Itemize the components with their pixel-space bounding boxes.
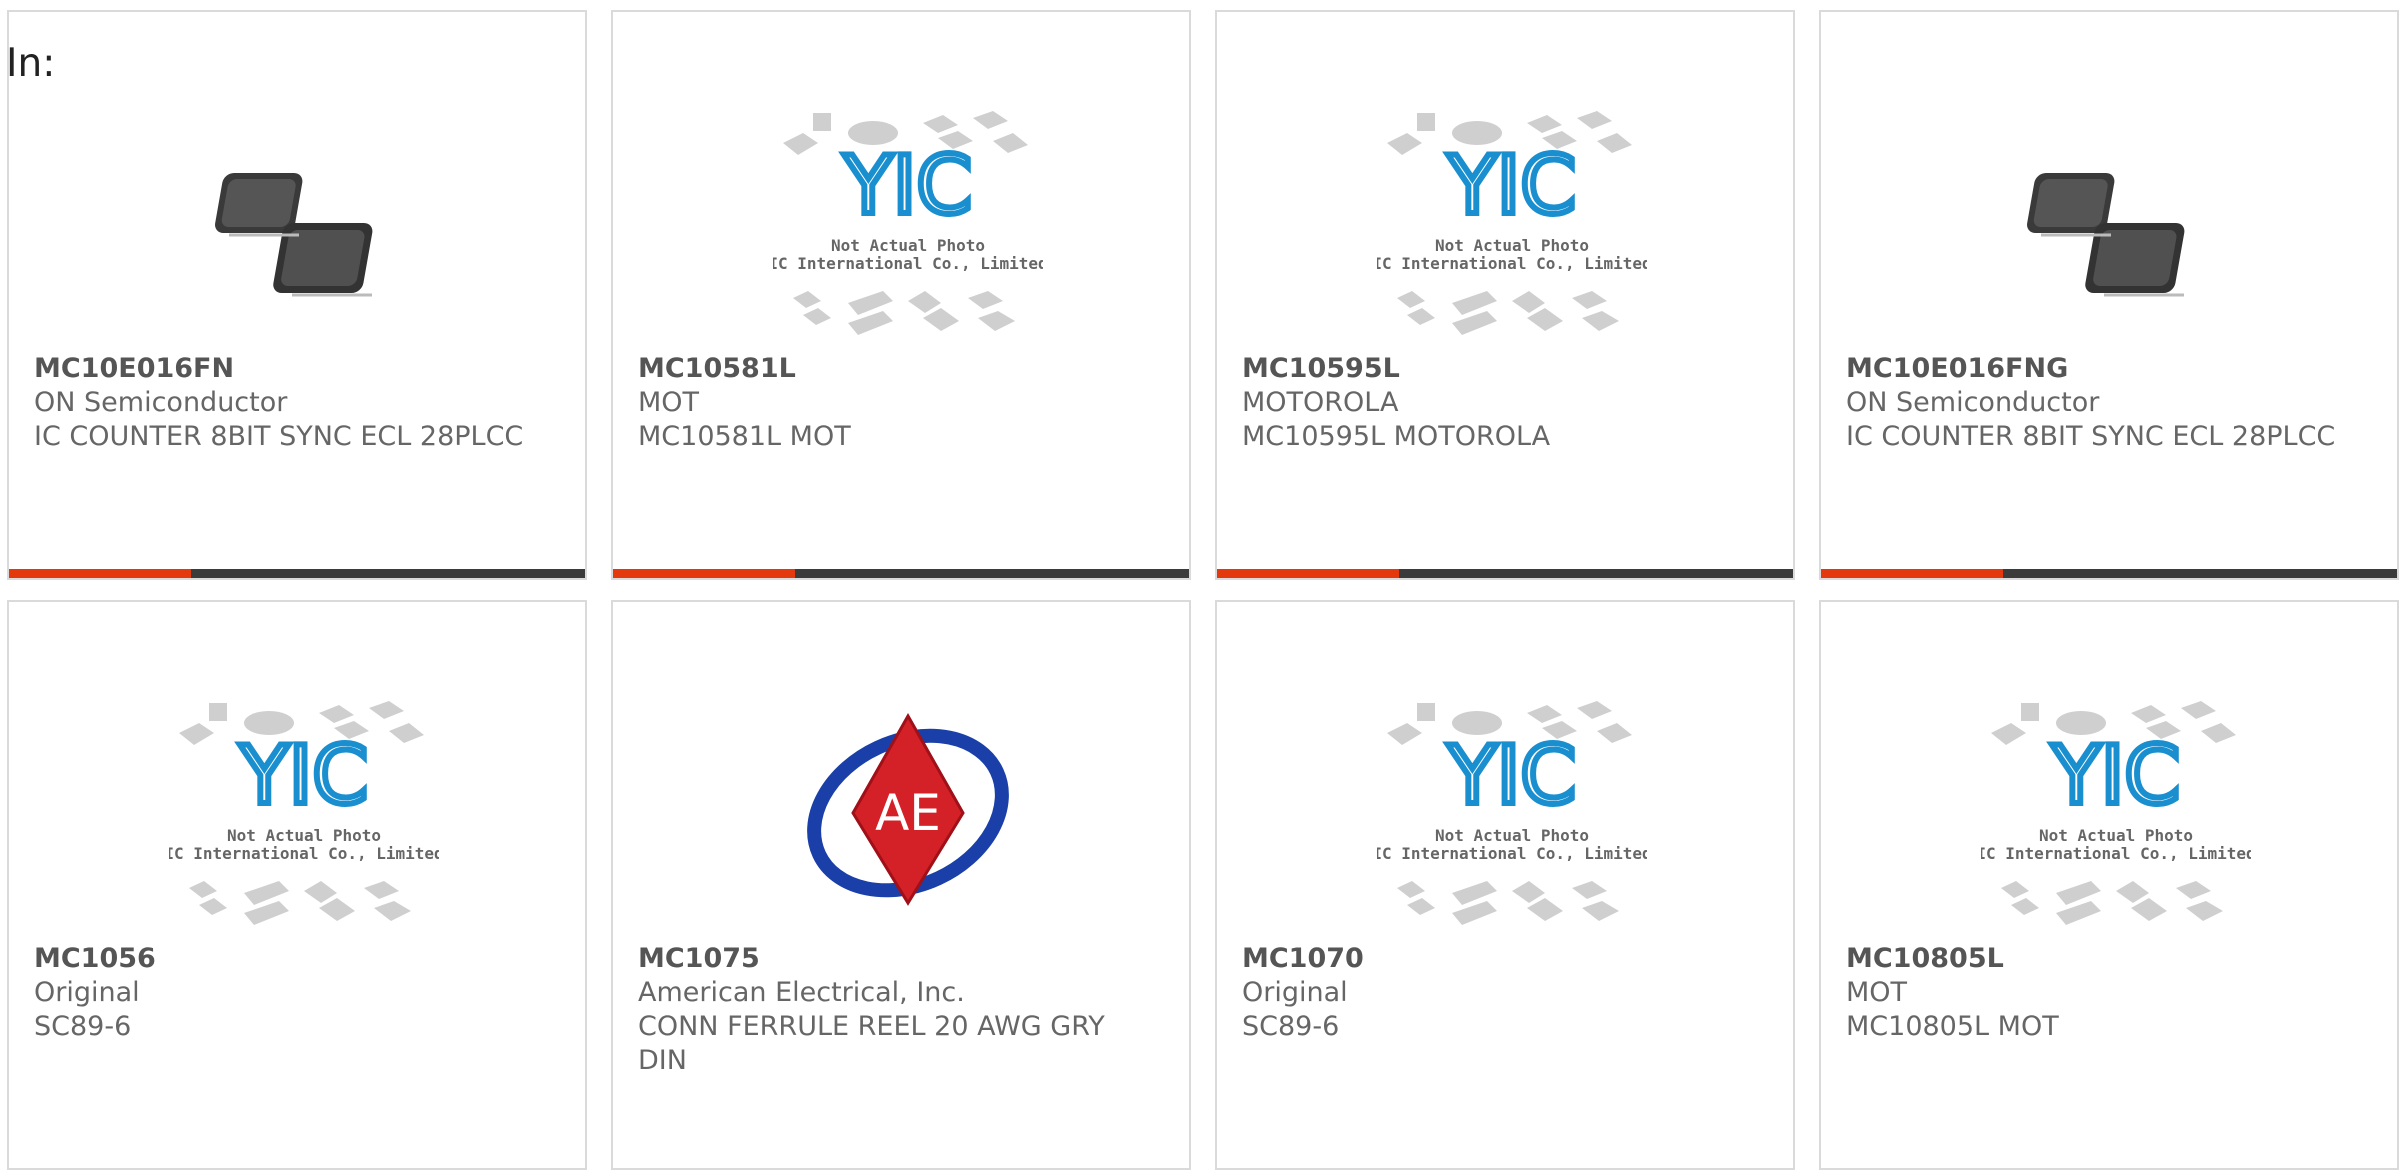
card-accent-bar [9,569,585,578]
yic-placeholder-icon: YIC Not Actual Photo YIC International C… [1377,701,1647,925]
part-number[interactable]: MC1070 [1242,942,1762,976]
product-image[interactable]: AE [773,688,1043,938]
product-info: MC1075 American Electrical, Inc. CONN FE… [638,942,1158,1078]
part-number[interactable]: MC10595L [1242,352,1762,386]
svg-text:YIC: YIC [2051,729,2180,822]
product-info: MC10E016FNG ON Semiconductor IC COUNTER … [1846,352,2366,454]
part-number[interactable]: MC1056 [34,942,554,976]
card-accent-bar [1821,569,2397,578]
product-info: MC1056 Original SC89-6 [34,942,554,1044]
product-image[interactable]: YIC Not Actual Photo YIC International C… [1377,688,1647,938]
svg-text:Not Actual Photo: Not Actual Photo [1435,826,1589,845]
svg-text:YIC International Co., Limited: YIC International Co., Limited. [773,254,1043,273]
svg-text:YIC International Co., Limited: YIC International Co., Limited. [1377,254,1647,273]
svg-text:YIC: YIC [1447,139,1576,232]
product-image[interactable]: YIC Not Actual Photo YIC International C… [1377,98,1647,348]
ae-logo-icon: AE [807,712,1009,906]
product-info: MC10E016FN ON Semiconductor IC COUNTER 8… [34,352,554,454]
svg-text:YIC International Co., Limited: YIC International Co., Limited. [1981,844,2251,863]
product-image[interactable]: YIC Not Actual Photo YIC International C… [1981,688,2251,938]
part-number[interactable]: MC10E016FN [34,352,554,386]
manufacturer: Original [34,977,140,1008]
plcc-chip-icon [2027,173,2185,297]
product-image[interactable]: YIC Not Actual Photo YIC International C… [773,98,1043,348]
svg-text:YIC: YIC [843,139,972,232]
part-number[interactable]: MC1075 [638,942,1158,976]
manufacturer: ON Semiconductor [1846,387,2100,418]
description: IC COUNTER 8BIT SYNC ECL 28PLCC [34,421,524,452]
product-image[interactable]: YIC Not Actual Photo YIC International C… [169,688,439,938]
part-number[interactable]: MC10581L [638,352,1158,386]
product-card[interactable]: AE MC1075 American Electrical, Inc. CONN… [611,600,1191,1170]
description: IC COUNTER 8BIT SYNC ECL 28PLCC [1846,421,2336,452]
manufacturer: ON Semiconductor [34,387,288,418]
yic-placeholder-icon: YIC Not Actual Photo YIC International C… [1377,111,1647,335]
product-card[interactable]: YIC Not Actual Photo YIC International C… [1215,10,1795,580]
product-card[interactable]: MC10E016FNG ON Semiconductor IC COUNTER … [1819,10,2399,580]
svg-text:Not Actual Photo: Not Actual Photo [227,826,381,845]
yic-placeholder-icon: YIC Not Actual Photo YIC International C… [1981,701,2251,925]
product-info: MC10581L MOT MC10581L MOT [638,352,1158,454]
product-image[interactable] [1981,98,2251,348]
product-card[interactable]: YIC Not Actual Photo YIC International C… [7,600,587,1170]
svg-text:Not Actual Photo: Not Actual Photo [1435,236,1589,255]
product-image[interactable] [169,98,439,348]
svg-text:Not Actual Photo: Not Actual Photo [2039,826,2193,845]
description: MC10595L MOTOROLA [1242,421,1551,452]
plcc-chip-icon [215,173,373,297]
manufacturer: Original [1242,977,1348,1008]
product-card[interactable]: YIC Not Actual Photo YIC International C… [611,10,1191,580]
product-card[interactable]: MC10E016FN ON Semiconductor IC COUNTER 8… [7,10,587,580]
svg-text:YIC International Co., Limited: YIC International Co., Limited. [169,844,439,863]
svg-text:YIC: YIC [1447,729,1576,822]
card-accent-bar [1217,569,1793,578]
page-heading: In: [6,41,56,86]
product-card[interactable]: YIC Not Actual Photo YIC International C… [1819,600,2399,1170]
product-card[interactable]: YIC Not Actual Photo YIC International C… [1215,600,1795,1170]
product-info: MC10805L MOT MC10805L MOT [1846,942,2366,1044]
product-info: MC10595L MOTOROLA MC10595L MOTOROLA [1242,352,1762,454]
svg-text:YIC: YIC [239,729,368,822]
description: CONN FERRULE REEL 20 AWG GRY DIN [638,1011,1105,1076]
description: MC10805L MOT [1846,1011,2059,1042]
description: SC89-6 [34,1011,132,1042]
yic-placeholder-icon: YIC Not Actual Photo YIC International C… [169,701,439,925]
part-number[interactable]: MC10805L [1846,942,2366,976]
svg-text:YIC International Co., Limited: YIC International Co., Limited. [1377,844,1647,863]
card-accent-bar [613,569,1189,578]
description: SC89-6 [1242,1011,1340,1042]
part-number[interactable]: MC10E016FNG [1846,352,2366,386]
product-grid: MC10E016FN ON Semiconductor IC COUNTER 8… [7,10,2400,1170]
description: MC10581L MOT [638,421,851,452]
manufacturer: American Electrical, Inc. [638,977,965,1008]
svg-text:AE: AE [875,784,941,842]
svg-text:Not Actual Photo: Not Actual Photo [831,236,985,255]
manufacturer: MOT [1846,977,1908,1008]
product-info: MC1070 Original SC89-6 [1242,942,1762,1044]
manufacturer: MOTOROLA [1242,387,1399,418]
manufacturer: MOT [638,387,700,418]
yic-placeholder-icon: YIC Not Actual Photo YIC International C… [773,111,1043,335]
